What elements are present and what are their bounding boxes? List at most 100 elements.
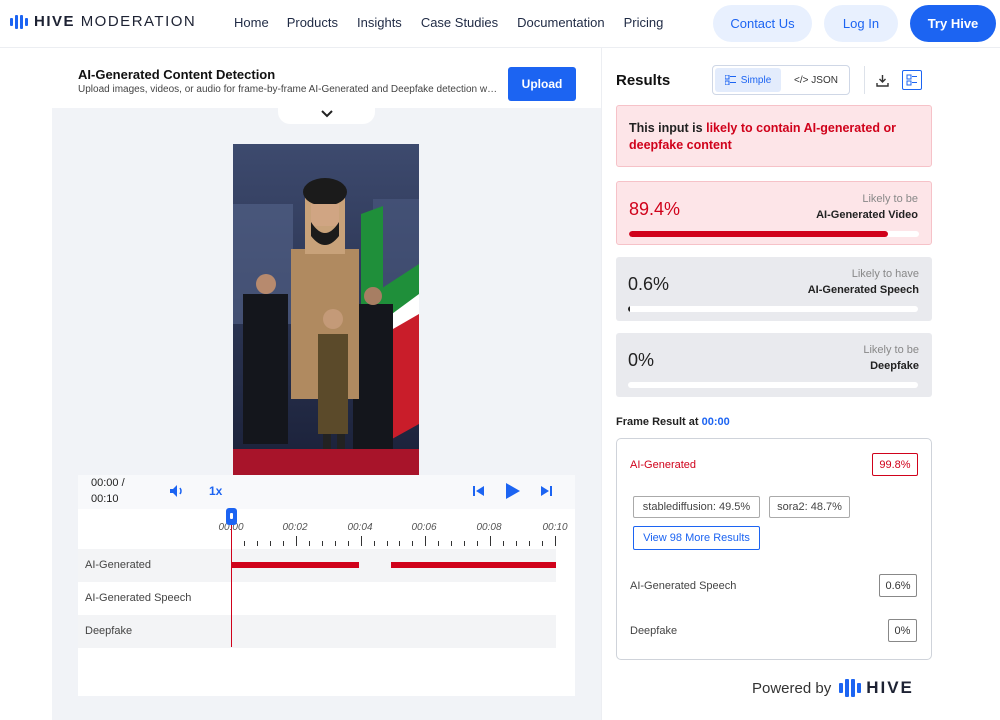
score-name: AI-Generated Speech xyxy=(807,284,919,296)
track-deepfake: Deepfake xyxy=(78,615,556,648)
log-in-button[interactable]: Log In xyxy=(824,5,898,42)
total-time: 00:10 xyxy=(91,493,119,505)
chevron-down-icon xyxy=(320,110,333,118)
track-label: AI-Generated Speech xyxy=(85,592,192,604)
download-icon[interactable] xyxy=(872,70,892,90)
current-time: 00:00 / xyxy=(91,477,125,489)
frame-ai-score: 99.8% xyxy=(872,453,918,476)
json-view-tab[interactable]: </> JSON xyxy=(785,68,847,92)
contact-us-button[interactable]: Contact Us xyxy=(713,5,812,42)
skip-forward-icon[interactable] xyxy=(540,485,552,500)
video-frame-image xyxy=(233,144,419,475)
volume-icon[interactable] xyxy=(169,484,185,501)
frame-time[interactable]: 00:00 xyxy=(702,416,730,428)
detection-segment[interactable] xyxy=(231,562,359,568)
score-bar xyxy=(628,306,918,312)
play-icon[interactable] xyxy=(505,482,521,503)
score-likely: Likely to have xyxy=(851,268,919,280)
tick-label: 00:08 xyxy=(476,522,502,533)
player-controls: 00:00 / 00:10 1x xyxy=(78,475,575,509)
timeline-tick xyxy=(373,541,375,546)
track-label: AI-Generated xyxy=(85,559,152,571)
tool-description: Upload images, videos, or audio for fram… xyxy=(78,84,498,95)
timeline-tick xyxy=(451,541,453,546)
hive-brand[interactable]: HIVE xyxy=(839,678,914,698)
hive-moderation-logo[interactable]: HIVE MODERATION xyxy=(10,13,196,30)
timeline-tick xyxy=(269,541,271,546)
playhead-line xyxy=(231,516,232,647)
timeline-tick xyxy=(425,536,427,546)
frame-result-box: AI-Generated 99.8% stablediffusion: 49.5… xyxy=(616,438,932,660)
logo-text-light: MODERATION xyxy=(80,13,197,30)
toolbar-separator xyxy=(864,66,865,94)
try-hive-button[interactable]: Try Hive xyxy=(910,5,996,42)
nav-link-case-studies[interactable]: Case Studies xyxy=(421,15,498,30)
upload-button[interactable]: Upload xyxy=(508,67,576,101)
timeline-tick xyxy=(347,541,349,546)
score-card-ai-video: 89.4% Likely to be AI-Generated Video xyxy=(616,181,932,245)
list-icon xyxy=(724,75,736,85)
playhead-handle[interactable] xyxy=(226,508,237,525)
score-bar xyxy=(628,382,918,388)
timeline-tick xyxy=(295,536,297,546)
timeline-tick xyxy=(321,541,323,546)
video-player: 00:00 / 00:10 1x AI-Generated AI-Generat… xyxy=(78,475,575,696)
frame-result-label: Frame Result at 00:00 xyxy=(616,416,730,428)
video-preview[interactable] xyxy=(233,144,419,475)
timeline-tick xyxy=(386,541,388,546)
nav-link-home[interactable]: Home xyxy=(234,15,269,30)
hive-logo-icon xyxy=(839,679,862,697)
simple-view-label: Simple xyxy=(740,74,772,86)
score-likely: Likely to be xyxy=(863,344,919,356)
score-bar-fill xyxy=(629,231,889,237)
verdict-banner: This input is likely to contain AI-gener… xyxy=(616,105,932,167)
timeline-tick xyxy=(412,541,414,546)
track-ai-generated-speech: AI-Generated Speech xyxy=(78,582,556,615)
timeline-tick xyxy=(490,536,492,546)
frame-ai-label: AI-Generated xyxy=(630,459,697,471)
score-percent: 0.6% xyxy=(628,274,670,294)
nav-links: Home Products Insights Case Studies Docu… xyxy=(234,15,663,30)
timeline-tick xyxy=(477,541,479,546)
score-name: Deepfake xyxy=(870,360,919,372)
view-more-results-button[interactable]: View 98 More Results xyxy=(633,526,760,550)
model-chip-sora2: sora2: 48.7% xyxy=(769,496,850,518)
hive-brand-text: HIVE xyxy=(866,678,914,697)
frame-speech-score: 0.6% xyxy=(879,574,917,597)
timeline-tick xyxy=(399,541,401,546)
score-percent: 0% xyxy=(628,350,655,370)
tick-label: 00:06 xyxy=(411,522,437,533)
playback-speed-button[interactable]: 1x xyxy=(209,484,222,498)
timeline-tick xyxy=(555,536,556,546)
nav-link-insights[interactable]: Insights xyxy=(357,15,402,30)
detection-segment[interactable] xyxy=(391,562,556,568)
timeline-tick xyxy=(542,541,544,546)
nav-link-documentation[interactable]: Documentation xyxy=(517,15,604,30)
timeline-tick xyxy=(308,541,310,546)
timeline-tick xyxy=(529,541,531,546)
score-bar xyxy=(629,231,919,237)
tick-label: 00:10 xyxy=(542,522,568,533)
collapse-toggle[interactable] xyxy=(278,104,375,124)
nav-link-products[interactable]: Products xyxy=(287,15,338,30)
timeline-tick xyxy=(334,541,336,546)
panel-divider xyxy=(601,48,602,720)
score-card-deepfake: 0% Likely to be Deepfake xyxy=(616,333,932,397)
score-likely: Likely to be xyxy=(862,193,918,205)
tool-title: AI-Generated Content Detection xyxy=(78,67,276,82)
nav-link-pricing[interactable]: Pricing xyxy=(624,15,664,30)
verdict-prefix: This input is xyxy=(629,121,707,135)
skip-back-icon[interactable] xyxy=(473,485,485,500)
timeline-tick xyxy=(516,541,518,546)
frame-deepfake-score: 0% xyxy=(888,619,917,642)
timeline-tick xyxy=(360,536,362,546)
score-name: AI-Generated Video xyxy=(816,209,918,221)
layout-icon[interactable] xyxy=(902,70,922,90)
logo-text-bold: HIVE xyxy=(34,13,76,30)
simple-view-tab[interactable]: Simple xyxy=(715,68,781,92)
frame-deepfake-label: Deepfake xyxy=(630,625,678,637)
timeline-tick xyxy=(503,541,505,546)
model-chip-stablediffusion: stablediffusion: 49.5% xyxy=(633,496,760,518)
powered-by-label: Powered by xyxy=(752,679,832,697)
track-label: Deepfake xyxy=(85,625,133,637)
